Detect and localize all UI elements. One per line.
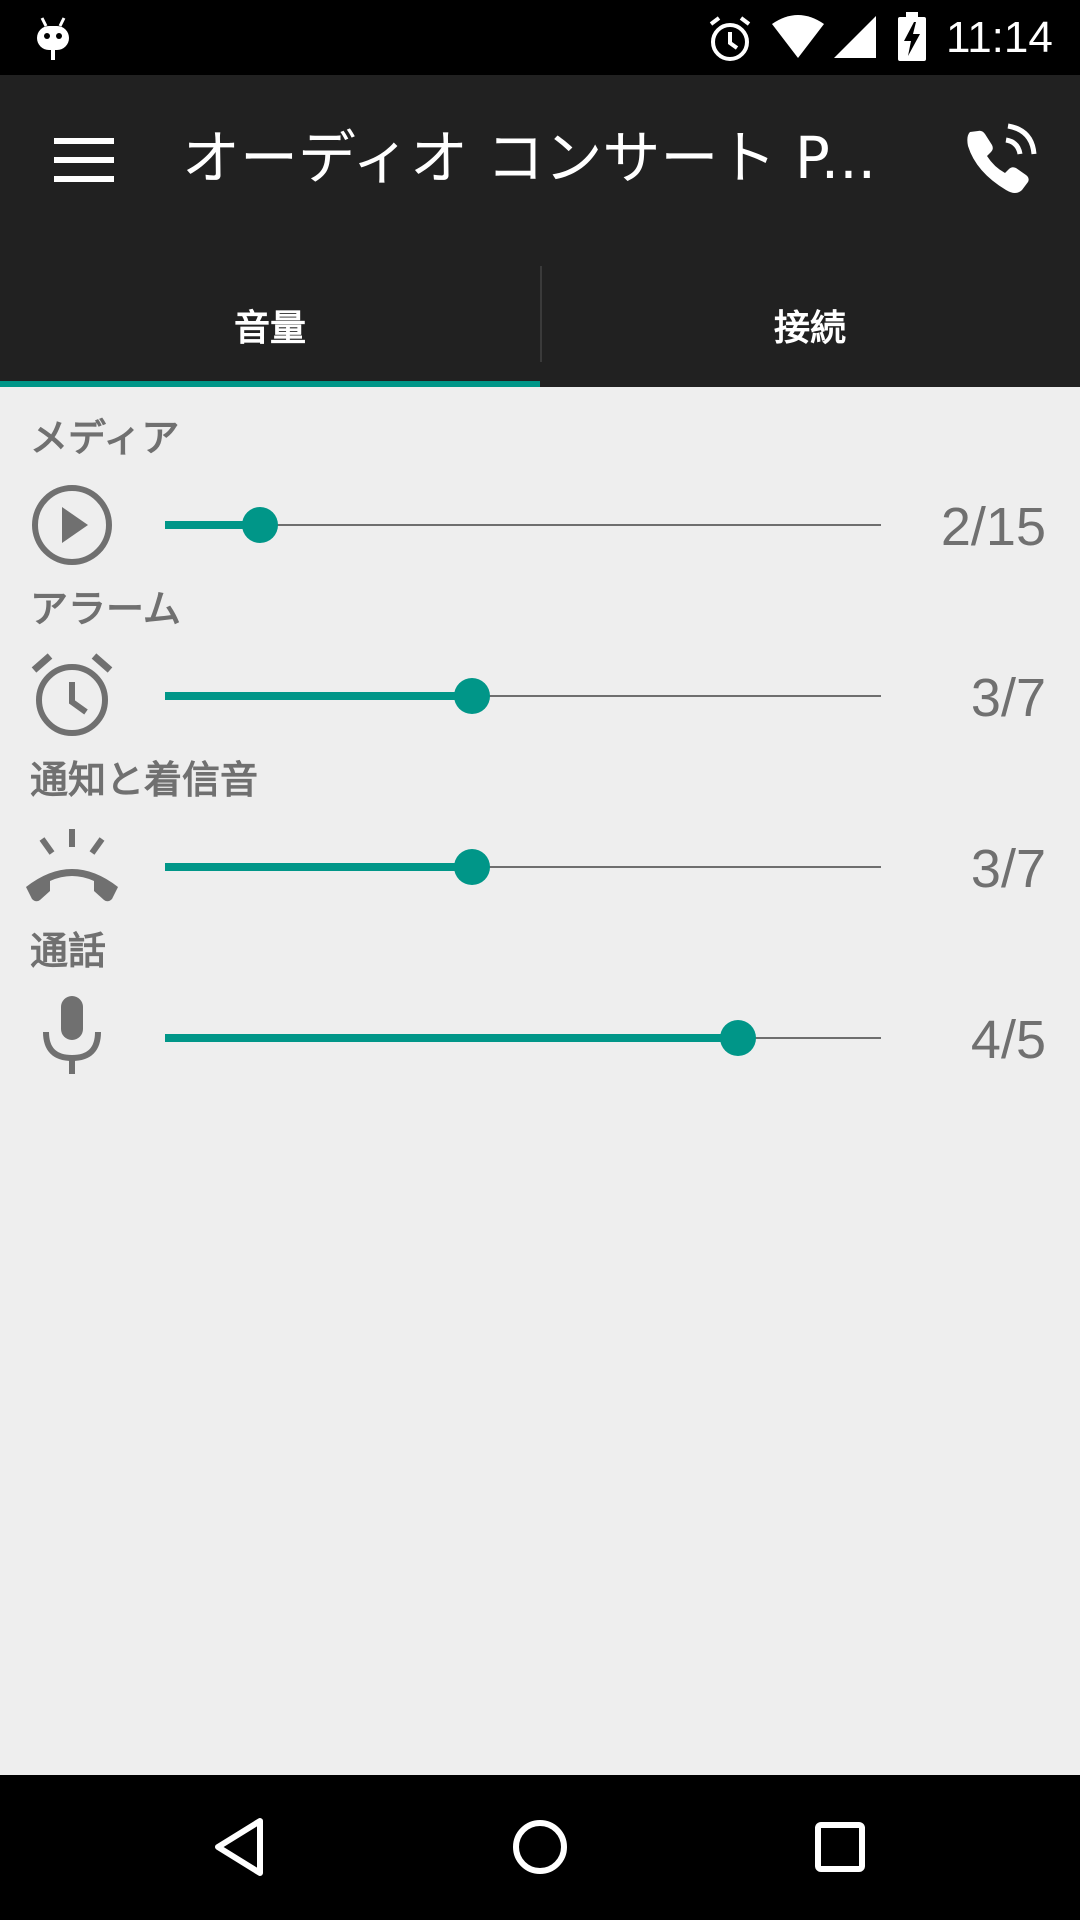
tab-connection[interactable]: 接続: [540, 262, 1080, 387]
wifi-icon: [772, 15, 824, 58]
menu-bar-line: [54, 157, 114, 163]
slider-thumb[interactable]: [242, 507, 279, 543]
tab-divider: [540, 266, 542, 362]
recents-icon[interactable]: [790, 1797, 890, 1897]
alarm-clock-icon: [31, 653, 113, 736]
slider-thumb[interactable]: [719, 1020, 756, 1056]
media-volume-value: 2/15: [940, 497, 1046, 557]
menu-bar-line: [54, 138, 114, 144]
status-time: 11:14: [946, 13, 1053, 62]
tab-indicator: [0, 381, 540, 387]
slider-fill: [165, 692, 472, 700]
android-debug-icon: [37, 17, 69, 60]
call-volume-value: 4/5: [970, 1010, 1046, 1070]
microphone-icon: [43, 996, 101, 1074]
ringing-handset-icon: [26, 829, 118, 902]
media-volume-slider[interactable]: [165, 495, 881, 555]
battery-charging-icon: [898, 12, 926, 61]
status-bar: 11:14: [0, 0, 1080, 75]
slider-thumb[interactable]: [453, 678, 490, 714]
alarm-icon: [709, 16, 751, 61]
alarm-label: アラーム: [30, 587, 181, 631]
notification-volume-slider[interactable]: [165, 837, 881, 897]
home-icon[interactable]: [490, 1797, 590, 1897]
call-label: 通話: [30, 929, 107, 973]
alarm-volume-slider[interactable]: [165, 666, 881, 726]
menu-bar-line: [54, 176, 114, 182]
alarm-volume-value: 3/7: [970, 668, 1046, 728]
app-title: オーディオ コンサート P...: [182, 124, 877, 192]
tab-volume[interactable]: 音量: [0, 262, 540, 387]
navigation-bar: [0, 1775, 1080, 1920]
notification-ringtone-label: 通知と着信音: [30, 758, 259, 802]
media-label: メディア: [30, 416, 180, 460]
hamburger-menu-icon[interactable]: [34, 110, 134, 210]
play-circle-icon: [32, 485, 112, 565]
back-icon[interactable]: [190, 1797, 290, 1897]
signal-icon: [834, 16, 876, 58]
ringing-phone-icon[interactable]: [960, 120, 1040, 200]
slider-thumb[interactable]: [453, 849, 490, 885]
notification-volume-value: 3/7: [970, 839, 1046, 899]
slider-fill: [165, 1034, 738, 1042]
call-volume-slider[interactable]: [165, 1008, 881, 1068]
slider-fill: [165, 863, 472, 871]
